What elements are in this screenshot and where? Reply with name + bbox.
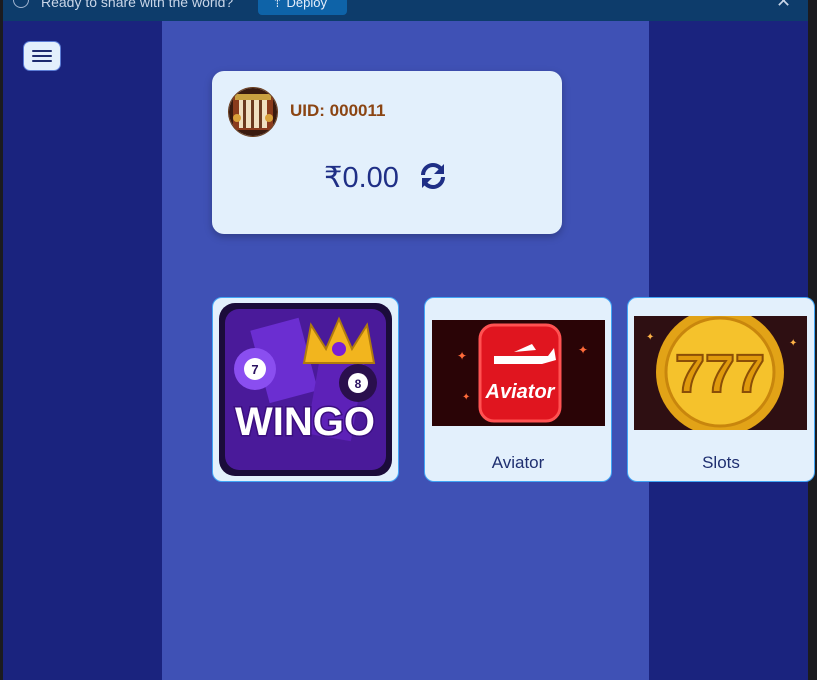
- deploy-button[interactable]: ⇡ Deploy: [258, 0, 347, 15]
- deploy-icon: ⇡: [272, 0, 287, 10]
- balance-amount: ₹0.00: [324, 162, 399, 194]
- svg-text:7: 7: [251, 362, 258, 377]
- slots-logo-text: 777: [675, 344, 765, 404]
- svg-text:✦: ✦: [578, 343, 588, 357]
- slots-logo: 777 ✦ ✦: [634, 316, 807, 430]
- deploy-label: Deploy: [286, 0, 327, 10]
- wingo-logo: 7 8 WINGO: [219, 303, 392, 476]
- menu-button[interactable]: [23, 41, 61, 71]
- game-label-slots: Slots: [702, 453, 740, 472]
- svg-text:✦: ✦: [457, 349, 467, 363]
- wingo-logo-text: WINGO: [235, 400, 375, 444]
- game-label-aviator: Aviator: [491, 453, 545, 472]
- svg-text:8: 8: [355, 377, 362, 391]
- aviator-logo-text: Aviator: [485, 381, 556, 403]
- uid-label: UID: 000011: [290, 101, 386, 120]
- svg-text:✦: ✦: [789, 338, 797, 349]
- deploy-banner: Ready to share with the world? ⇡ Deploy …: [3, 0, 808, 21]
- info-icon: [13, 0, 29, 8]
- wallet-card: UID: 000011 ₹0.00: [212, 71, 562, 234]
- game-card-slots[interactable]: 777 ✦ ✦ Slots: [627, 297, 815, 482]
- svg-text:✦: ✦: [646, 332, 654, 343]
- svg-text:✦: ✦: [462, 392, 470, 403]
- refresh-icon[interactable]: [417, 160, 449, 192]
- game-card-aviator[interactable]: Aviator ✦ ✦ ✦ Aviator: [424, 297, 612, 482]
- banner-message: Ready to share with the world?: [41, 0, 234, 10]
- avatar[interactable]: [228, 87, 278, 137]
- close-icon[interactable]: ✕: [776, 0, 791, 12]
- window-left-edge: [0, 0, 3, 680]
- game-card-wingo[interactable]: 7 8 WINGO: [212, 297, 399, 482]
- aviator-logo: Aviator ✦ ✦ ✦: [432, 320, 605, 426]
